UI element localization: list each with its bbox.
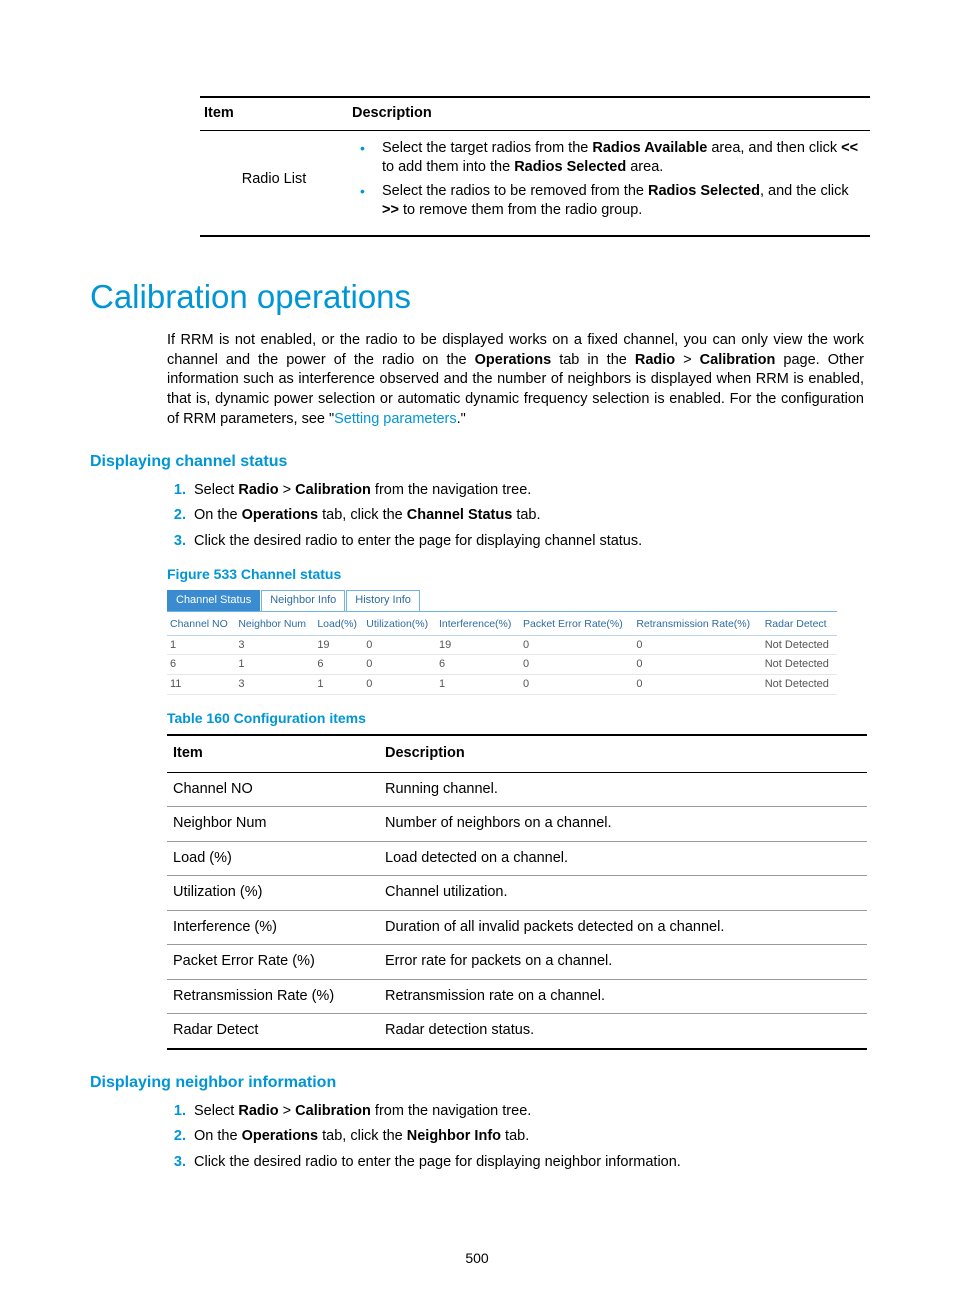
table-row[interactable]: 11310100Not Detected	[167, 675, 837, 695]
figure-caption: Figure 533 Channel status	[167, 565, 864, 584]
status-col-header: Radar Detect	[762, 614, 837, 635]
status-col-header: Utilization(%)	[363, 614, 436, 635]
bullet-remove: Select the radios to be removed from the…	[374, 182, 866, 221]
th-desc: Description	[348, 97, 870, 130]
link-setting-parameters[interactable]: Setting parameters	[334, 411, 457, 427]
step-3b: Click the desired radio to enter the pag…	[190, 1153, 864, 1173]
step-2: On the Operations tab, click the Channel…	[190, 506, 864, 526]
row-item: Radio List	[200, 130, 348, 236]
sub-heading-channel-status: Displaying channel status	[90, 451, 864, 473]
steps-channel-status: Select Radio > Calibration from the navi…	[170, 481, 864, 552]
cfg-th-item: Item	[167, 735, 379, 772]
status-col-header: Neighbor Num	[235, 614, 314, 635]
status-col-header: Retransmission Rate(%)	[633, 614, 761, 635]
figure-533: Channel Status Neighbor Info History Inf…	[167, 590, 837, 695]
table-row: Packet Error Rate (%)Error rate for pack…	[167, 945, 867, 980]
steps-neighbor-info: Select Radio > Calibration from the navi…	[170, 1102, 864, 1173]
intro-paragraph: If RRM is not enabled, or the radio to b…	[167, 331, 864, 429]
table-row: Radar DetectRadar detection status.	[167, 1014, 867, 1049]
tab-history-info[interactable]: History Info	[346, 590, 420, 611]
table-row[interactable]: 131901900Not Detected	[167, 635, 837, 655]
th-item: Item	[200, 97, 348, 130]
step-3: Click the desired radio to enter the pag…	[190, 532, 864, 552]
table-row: Channel NORunning channel.	[167, 772, 867, 807]
section-heading: Calibration operations	[90, 275, 864, 320]
table-caption: Table 160 Configuration items	[167, 709, 864, 728]
tab-neighbor-info[interactable]: Neighbor Info	[261, 590, 345, 611]
sub-heading-neighbor-info: Displaying neighbor information	[90, 1072, 864, 1094]
radio-list-table: Item Description Radio List Select the t…	[200, 96, 870, 237]
table-row: Utilization (%)Channel utilization.	[167, 876, 867, 911]
bullet-add: Select the target radios from the Radios…	[374, 139, 866, 178]
table-row: Neighbor NumNumber of neighbors on a cha…	[167, 807, 867, 842]
page-number: 500	[0, 1249, 954, 1268]
step-1: Select Radio > Calibration from the navi…	[190, 481, 864, 501]
channel-status-table: Channel NONeighbor NumLoad(%)Utilization…	[167, 614, 837, 695]
status-col-header: Channel NO	[167, 614, 235, 635]
status-col-header: Packet Error Rate(%)	[520, 614, 633, 635]
table-row: Load (%)Load detected on a channel.	[167, 841, 867, 876]
step-2b: On the Operations tab, click the Neighbo…	[190, 1127, 864, 1147]
table-row[interactable]: 6160600Not Detected	[167, 655, 837, 675]
config-items-table: Item Description Channel NORunning chann…	[167, 734, 867, 1050]
tab-channel-status[interactable]: Channel Status	[167, 590, 260, 611]
cfg-th-desc: Description	[379, 735, 867, 772]
status-col-header: Interference(%)	[436, 614, 520, 635]
status-col-header: Load(%)	[314, 614, 363, 635]
table-row: Interference (%)Duration of all invalid …	[167, 910, 867, 945]
table-row: Retransmission Rate (%)Retransmission ra…	[167, 979, 867, 1014]
step-1b: Select Radio > Calibration from the navi…	[190, 1102, 864, 1122]
